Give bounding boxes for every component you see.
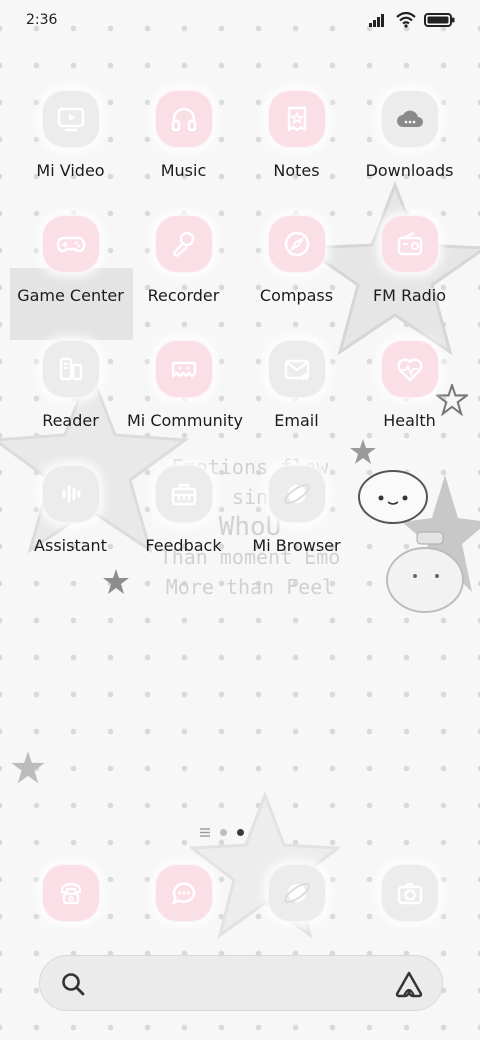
app-icon-tile [154, 90, 213, 148]
app-label: Mi Browser [252, 536, 341, 555]
page-indicator[interactable] [200, 828, 244, 837]
app-downloads[interactable]: Downloads [353, 90, 466, 200]
app-email[interactable]: Email [240, 340, 353, 450]
planet-icon [283, 483, 310, 505]
app-icon-tile [381, 864, 439, 922]
small-star-decoration [11, 751, 45, 784]
search-bar[interactable] [39, 955, 443, 1011]
dock-browser[interactable] [268, 864, 326, 922]
page-dot-2-active[interactable] [237, 829, 244, 836]
app-game-center[interactable]: Game Center [14, 215, 127, 325]
mail-icon [284, 359, 309, 381]
app-compass[interactable]: Compass [240, 215, 353, 325]
microphone-icon [172, 231, 194, 257]
wifi-icon [396, 12, 416, 28]
dock-messages[interactable] [155, 864, 213, 922]
search-icon[interactable] [60, 971, 86, 997]
app-notes[interactable]: Notes [240, 90, 353, 200]
page-dot-1[interactable] [220, 829, 227, 836]
app-feedback[interactable]: Feedback [127, 465, 240, 575]
app-label: Assistant [34, 536, 107, 555]
assistant-logo-icon[interactable] [394, 970, 424, 998]
app-icon-tile [41, 340, 100, 398]
app-label: Music [160, 161, 207, 180]
phone-icon [60, 882, 82, 905]
app-music[interactable]: Music [127, 90, 240, 200]
app-mi-video[interactable]: Mi Video [14, 90, 127, 200]
notes-icon [287, 106, 306, 132]
dock-phone[interactable] [42, 864, 100, 922]
cloud-download-icon [396, 110, 423, 127]
heart-pulse-icon [396, 358, 423, 382]
app-label: Reader [42, 411, 99, 430]
app-icon-tile [154, 340, 213, 398]
battery-icon [424, 13, 455, 27]
app-label: FM Radio [372, 286, 447, 305]
voice-icon [62, 485, 80, 503]
app-icon-tile [380, 90, 439, 148]
app-label: Feedback [145, 536, 222, 555]
community-icon [171, 361, 196, 378]
app-health[interactable]: Health [353, 340, 466, 450]
headphones-icon [171, 107, 196, 132]
app-icon-tile [267, 340, 326, 398]
tv-icon [57, 107, 84, 132]
cartoon-cat-decoration [358, 470, 464, 613]
list-pages-icon[interactable] [200, 828, 210, 837]
app-label: Recorder [147, 286, 220, 305]
app-icon-tile [267, 215, 326, 273]
status-icons [368, 12, 456, 28]
app-icon-tile [41, 215, 100, 273]
app-label: Mi Community [127, 411, 243, 430]
camera-icon [397, 882, 423, 905]
app-label: Health [383, 411, 436, 430]
app-icon-tile [41, 465, 100, 523]
status-bar: 2:36 [0, 0, 480, 44]
app-icon-tile [380, 215, 439, 273]
signal-icon [369, 14, 384, 27]
app-label: Game Center [17, 286, 124, 305]
app-icon-tile [268, 864, 326, 922]
app-icon-tile [380, 340, 439, 398]
app-assistant[interactable]: Assistant [14, 465, 127, 575]
radio-icon [397, 231, 422, 256]
status-time: 2:36 [26, 12, 58, 28]
app-fm-radio[interactable]: FM Radio [353, 215, 466, 325]
app-label: Downloads [365, 161, 454, 180]
gamepad-icon [56, 236, 85, 253]
toolbox-icon [171, 483, 196, 506]
app-mi-browser[interactable]: Mi Browser [240, 465, 353, 575]
app-icon-tile [42, 864, 100, 922]
app-icon-tile [154, 215, 213, 273]
planet-icon [284, 882, 310, 904]
app-icon-tile [41, 90, 100, 148]
app-label: Notes [273, 161, 320, 180]
book-icon [59, 357, 82, 381]
app-mi-community[interactable]: Mi Community [127, 340, 243, 450]
app-reader[interactable]: Reader [14, 340, 127, 450]
app-icon-tile [155, 864, 213, 922]
compass-icon [284, 231, 309, 257]
message-icon [172, 882, 196, 905]
app-recorder[interactable]: Recorder [127, 215, 240, 325]
app-icon-tile [267, 465, 326, 523]
app-label: Email [274, 411, 319, 430]
app-icon-tile [154, 465, 213, 523]
app-icon-tile [267, 90, 326, 148]
dock-camera[interactable] [381, 864, 439, 922]
app-label: Compass [259, 286, 334, 305]
app-label: Mi Video [36, 161, 105, 180]
